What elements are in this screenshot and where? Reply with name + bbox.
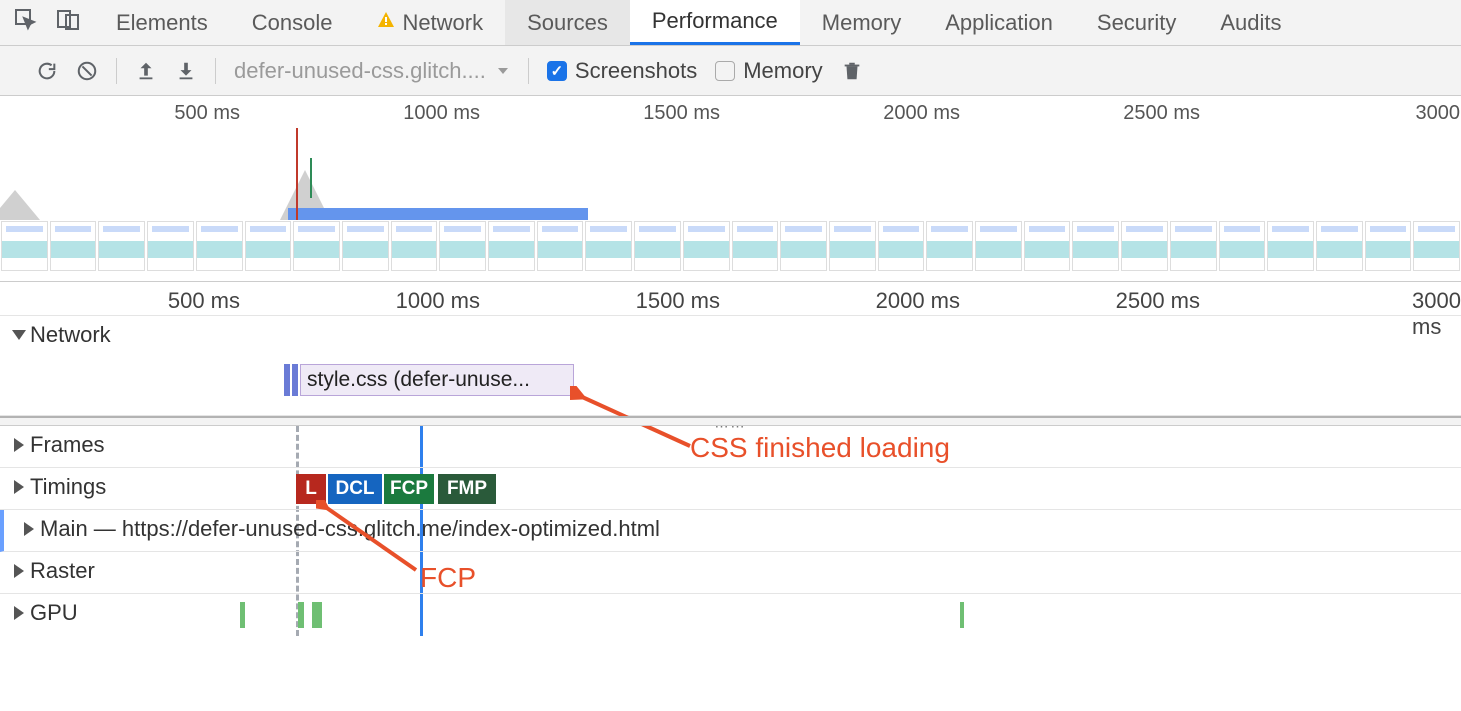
tab-network[interactable]: Network [354, 0, 505, 45]
device-icon[interactable] [56, 8, 80, 37]
trash-icon[interactable] [841, 60, 863, 82]
timing-fmp[interactable]: FMP [438, 474, 496, 504]
main-track[interactable]: Main — https://defer-unused-css.glitch.m… [0, 510, 1461, 552]
detail-ruler: 500 ms 1000 ms 1500 ms 2000 ms 2500 ms 3… [0, 282, 1461, 316]
network-track[interactable]: Network style.css (defer-unuse... [0, 316, 1461, 416]
tab-sources[interactable]: Sources [505, 0, 630, 45]
upload-icon[interactable] [135, 60, 157, 82]
overview-ruler: 500 ms 1000 ms 1500 ms 2000 ms 2500 ms 3… [0, 96, 1461, 128]
expand-icon[interactable] [14, 480, 24, 494]
devtools-tabs: Elements Console Network Sources Perform… [0, 0, 1461, 46]
tab-elements[interactable]: Elements [94, 0, 230, 45]
frames-track[interactable]: Frames [0, 426, 1461, 468]
download-icon[interactable] [175, 60, 197, 82]
flame-chart-pane[interactable]: Frames Timings L DCL FCP FMP Main — http… [0, 426, 1461, 636]
chevron-down-icon [496, 64, 510, 78]
expand-icon[interactable] [14, 606, 24, 620]
clear-icon[interactable] [76, 60, 98, 82]
expand-icon[interactable] [14, 438, 24, 452]
warning-icon [376, 10, 396, 36]
reload-icon[interactable] [36, 60, 58, 82]
tab-performance[interactable]: Performance [630, 0, 800, 45]
tab-audits[interactable]: Audits [1198, 0, 1303, 45]
inspect-icon[interactable] [14, 8, 38, 37]
timings-track[interactable]: Timings L DCL FCP FMP [0, 468, 1461, 510]
screenshot-strip[interactable] [0, 220, 1461, 272]
memory-checkbox[interactable]: Memory [715, 58, 822, 84]
timing-dcl[interactable]: DCL [328, 474, 382, 504]
overview-pane[interactable]: 500 ms 1000 ms 1500 ms 2000 ms 2500 ms 3… [0, 96, 1461, 282]
tab-security[interactable]: Security [1075, 0, 1198, 45]
gpu-track[interactable]: GPU [0, 594, 1461, 636]
performance-toolbar: defer-unused-css.glitch.... ✓Screenshots… [0, 46, 1461, 96]
network-request-item[interactable]: style.css (defer-unuse... [300, 364, 574, 396]
raster-track[interactable]: Raster [0, 552, 1461, 594]
cpu-chart [0, 128, 1461, 220]
timing-l[interactable]: L [296, 474, 326, 504]
timing-fcp[interactable]: FCP [384, 474, 434, 504]
screenshots-checkbox[interactable]: ✓Screenshots [547, 58, 697, 84]
collapse-icon[interactable] [12, 330, 26, 340]
tab-application[interactable]: Application [923, 0, 1075, 45]
expand-icon[interactable] [24, 522, 34, 536]
recording-dropdown[interactable]: defer-unused-css.glitch.... [234, 58, 510, 84]
pane-splitter[interactable]: ⋯⋯ [0, 416, 1461, 426]
tab-console[interactable]: Console [230, 0, 355, 45]
tab-memory[interactable]: Memory [800, 0, 923, 45]
expand-icon[interactable] [14, 564, 24, 578]
